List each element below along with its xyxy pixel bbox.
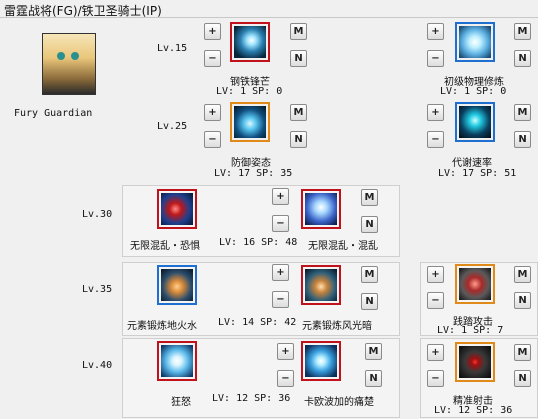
max-button[interactable]: M <box>514 266 531 283</box>
skill-stats: LV: 17 SP: 35 <box>214 168 293 179</box>
skill-name: 代谢速率 <box>452 158 492 169</box>
none-button[interactable]: N <box>290 131 307 148</box>
muscle-arm-icon[interactable] <box>455 22 495 62</box>
skill-stats: LV: 12 SP: 36 <box>212 393 291 404</box>
max-button[interactable]: M <box>290 23 307 40</box>
skill-name: 狂怒 <box>171 397 191 408</box>
steel-spike-icon[interactable] <box>230 22 270 62</box>
none-button[interactable]: N <box>514 50 531 67</box>
plus-button[interactable]: + <box>427 104 444 121</box>
defense-stance-icon[interactable] <box>230 102 270 142</box>
kaopoga-pain-icon[interactable] <box>301 341 341 381</box>
skill-name: 卡欧波加的痛楚 <box>304 397 374 408</box>
skill-name: 元素锻炼地火水 <box>127 321 197 332</box>
plus-button[interactable]: + <box>272 264 289 281</box>
max-button[interactable]: M <box>514 23 531 40</box>
max-button[interactable]: M <box>361 189 378 206</box>
minus-button[interactable]: − <box>272 215 289 232</box>
minus-button[interactable]: − <box>427 50 444 67</box>
level-label: Lv.25 <box>157 121 188 132</box>
none-button[interactable]: N <box>290 50 307 67</box>
fury-icon[interactable] <box>157 341 197 381</box>
skill-stats: LV: 12 SP: 36 <box>434 405 513 416</box>
minus-button[interactable]: − <box>427 131 444 148</box>
skill-stats: LV: 16 SP: 48 <box>219 237 298 248</box>
none-button[interactable]: N <box>514 292 531 309</box>
skill-stats: LV: 1 SP: 7 <box>437 325 504 336</box>
max-button[interactable]: M <box>514 344 531 361</box>
max-button[interactable]: M <box>514 104 531 121</box>
minus-button[interactable]: − <box>204 131 221 148</box>
minus-button[interactable]: − <box>427 292 444 309</box>
max-button[interactable]: M <box>365 343 382 360</box>
element-earth-fire-water-icon[interactable] <box>157 265 197 305</box>
skill-stats: LV: 1 SP: 0 <box>216 86 283 97</box>
skill-name: 无限混乱・混乱 <box>308 241 378 252</box>
skill-stats: LV: 14 SP: 42 <box>218 317 297 328</box>
plus-button[interactable]: + <box>427 23 444 40</box>
plus-button[interactable]: + <box>204 104 221 121</box>
minus-button[interactable]: − <box>204 50 221 67</box>
minus-button[interactable]: − <box>277 370 294 387</box>
stomp-attack-icon[interactable] <box>455 264 495 304</box>
level-label: Lv.35 <box>82 284 113 295</box>
title-divider <box>0 17 538 18</box>
none-button[interactable]: N <box>514 370 531 387</box>
plus-button[interactable]: + <box>272 188 289 205</box>
metabolism-icon[interactable] <box>455 102 495 142</box>
plus-button[interactable]: + <box>427 344 444 361</box>
character-name: Fury Guardian <box>14 108 93 119</box>
max-button[interactable]: M <box>361 266 378 283</box>
plus-button[interactable]: + <box>204 23 221 40</box>
character-portrait <box>42 33 96 95</box>
chaos-fear-icon[interactable] <box>157 189 197 229</box>
none-button[interactable]: N <box>361 216 378 233</box>
element-wind-light-dark-icon[interactable] <box>301 265 341 305</box>
plus-button[interactable]: + <box>277 343 294 360</box>
skill-name: 防御姿态 <box>231 158 271 169</box>
level-label: Lv.40 <box>82 360 113 371</box>
none-button[interactable]: N <box>361 293 378 310</box>
level-label: Lv.30 <box>82 209 113 220</box>
minus-button[interactable]: − <box>272 291 289 308</box>
skill-name: 元素锻炼风光暗 <box>302 321 372 332</box>
plus-button[interactable]: + <box>427 266 444 283</box>
minus-button[interactable]: − <box>427 370 444 387</box>
skill-stats: LV: 1 SP: 0 <box>440 86 507 97</box>
max-button[interactable]: M <box>290 104 307 121</box>
none-button[interactable]: N <box>365 370 382 387</box>
skill-stats: LV: 17 SP: 51 <box>438 168 517 179</box>
chaos-confuse-icon[interactable] <box>301 189 341 229</box>
level-label: Lv.15 <box>157 43 188 54</box>
precise-shot-icon[interactable] <box>455 342 495 382</box>
none-button[interactable]: N <box>514 131 531 148</box>
skill-name: 无限混乱・恐惧 <box>130 241 200 252</box>
